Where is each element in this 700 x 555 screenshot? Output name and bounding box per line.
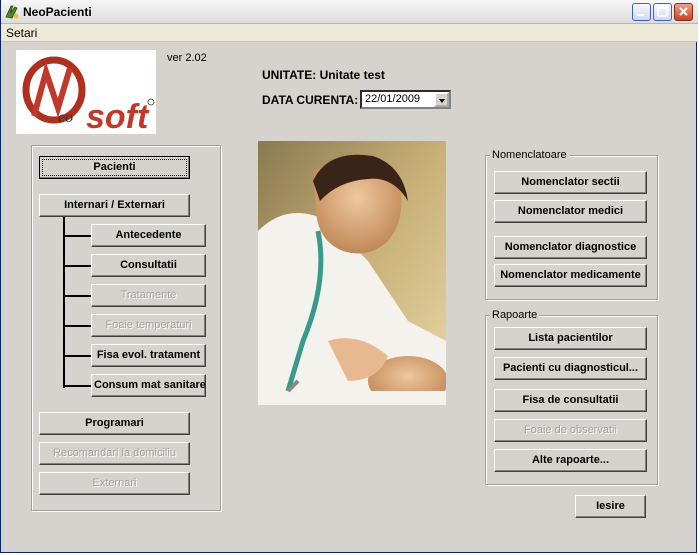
externari-button[interactable]: Externari: [39, 472, 190, 495]
consultatii-button[interactable]: Consultatii: [91, 254, 206, 277]
pacienti-cu-diagnosticul-button[interactable]: Pacienti cu diagnosticul...: [494, 357, 647, 380]
tree-branch: [63, 265, 91, 267]
internari-externari-button[interactable]: Internari / Externari: [39, 194, 190, 217]
unitate-value: Unitate test: [319, 68, 385, 82]
pacienti-button[interactable]: Pacienti: [39, 156, 190, 179]
menu-setari[interactable]: Setari: [6, 26, 37, 40]
foaie-temperaturi-button[interactable]: Foaie temperaturi: [91, 314, 206, 337]
minimize-button[interactable]: [632, 3, 651, 21]
neosoft-logo: eo soft: [16, 50, 156, 136]
close-icon: [679, 7, 688, 16]
fisa-evol-tratament-button[interactable]: Fisa evol. tratament: [91, 344, 206, 367]
svg-text:soft: soft: [86, 98, 150, 134]
close-button[interactable]: [674, 3, 693, 21]
foaie-de-observatii-button[interactable]: Foaie de observatii: [494, 419, 647, 442]
tratamente-button[interactable]: Tratamente: [91, 284, 206, 307]
tree-branch: [63, 355, 91, 357]
menu-bar: Setari: [1, 24, 698, 42]
unitate-label: UNITATE: Unitate test: [262, 68, 385, 82]
tree-branch: [63, 295, 91, 297]
svg-text:eo: eo: [58, 109, 73, 126]
data-curenta-label: DATA CURENTA:: [262, 93, 359, 107]
doctor-photo: [258, 141, 446, 405]
nomenclator-diagnostice-button[interactable]: Nomenclator diagnostice: [494, 236, 647, 259]
lista-pacientilor-button[interactable]: Lista pacientilor: [494, 327, 647, 350]
nomenclator-medici-button[interactable]: Nomenclator medici: [494, 200, 647, 223]
tree-line: [63, 217, 65, 388]
maximize-button[interactable]: [653, 3, 672, 21]
tree-branch: [63, 325, 91, 327]
main-window: NeoPacienti Setari eo soft ver 2.02 UNIT…: [0, 0, 698, 553]
minimize-icon: [637, 14, 644, 16]
alte-rapoarte-button[interactable]: Alte rapoarte...: [494, 449, 647, 472]
tree-branch: [63, 385, 91, 387]
antecedente-button[interactable]: Antecedente: [91, 224, 206, 247]
date-value: 22/01/2009: [365, 93, 421, 105]
title-bar: NeoPacienti: [1, 0, 698, 24]
rapoarte-title: Rapoarte: [490, 309, 540, 321]
date-picker[interactable]: 22/01/2009: [360, 90, 451, 109]
nomenclator-medicamente-button[interactable]: Nomenclator medicamente: [494, 264, 647, 287]
nomenclatoare-title: Nomenclatoare: [490, 149, 569, 161]
version-label: ver 2.02: [167, 52, 207, 64]
consum-mat-sanitare-button[interactable]: Consum mat sanitare: [91, 374, 206, 397]
iesire-button[interactable]: Iesire: [575, 495, 646, 518]
window-title: NeoPacienti: [23, 5, 92, 19]
maximize-icon: [657, 6, 668, 17]
tree-branch: [63, 235, 91, 237]
nomenclator-sectii-button[interactable]: Nomenclator sectii: [494, 171, 647, 194]
recomandari-button[interactable]: Recomandari la domiciliu: [39, 442, 190, 465]
fisa-de-consultatii-button[interactable]: Fisa de consultatii: [494, 389, 647, 412]
app-icon: [5, 5, 19, 19]
dropdown-arrow-icon[interactable]: [434, 92, 449, 107]
programari-button[interactable]: Programari: [39, 412, 190, 435]
